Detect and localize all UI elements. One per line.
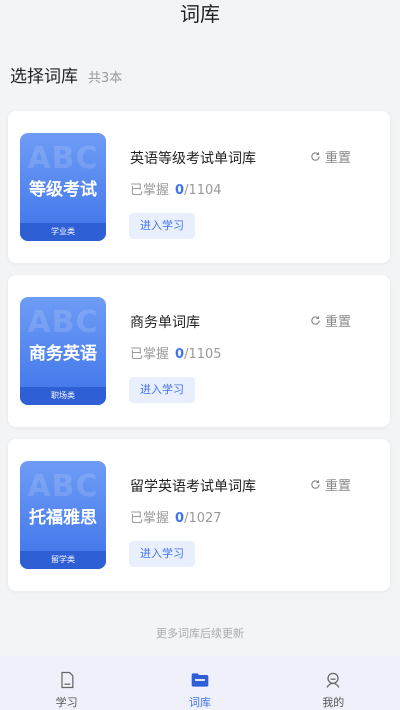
enter-study-button[interactable]: 进入学习: [129, 213, 195, 239]
enter-study-button[interactable]: 进入学习: [129, 377, 195, 403]
refresh-icon: [311, 152, 320, 161]
tab-profile[interactable]: 我的: [267, 656, 400, 710]
wordbook-name: 留学英语考试单词库: [130, 479, 256, 495]
tab-label: 词库: [188, 696, 211, 709]
book-cover: ABC 商务英语 职场类: [20, 297, 106, 405]
reset-label: 重置: [325, 315, 352, 330]
page-title: 词库: [180, 2, 220, 26]
wordbook-name: 商务单词库: [130, 315, 200, 331]
section-header: 选择词库 共3本: [10, 62, 122, 88]
cover-watermark: ABC: [27, 305, 99, 340]
mastered-count: 0: [175, 183, 185, 198]
mastered-label: 已掌握: [130, 347, 170, 362]
tab-label: 学习: [55, 696, 78, 709]
cover-title: 等级考试: [29, 180, 97, 200]
book-count: 共3本: [88, 71, 123, 86]
reset-label: 重置: [325, 151, 352, 166]
study-icon: [61, 671, 74, 689]
cover-watermark: ABC: [27, 469, 99, 504]
tab-wordbank[interactable]: 词库: [133, 656, 266, 710]
wordbook-name: 英语等级考试单词库: [130, 151, 256, 167]
reset-button[interactable]: 重置: [310, 147, 351, 166]
progress-row: 已掌握 0/1104: [130, 179, 222, 198]
bottom-tab-bar: 学习 词库 我的: [0, 656, 400, 710]
cover-category: 学业类: [20, 223, 106, 241]
tab-label: 我的: [322, 696, 345, 709]
wordbook-card: ABC 商务英语 职场类 商务单词库 重置 已掌握 0/1105 进入学习: [8, 275, 390, 427]
mastered-label: 已掌握: [130, 511, 170, 526]
profile-icon: [326, 672, 340, 688]
mastered-count: 0: [175, 511, 185, 526]
refresh-icon: [311, 480, 320, 489]
cover-category: 职场类: [20, 387, 106, 405]
mastered-count: 0: [175, 347, 185, 362]
refresh-icon: [311, 316, 320, 325]
section-title: 选择词库: [10, 67, 78, 87]
progress-row: 已掌握 0/1105: [130, 343, 222, 362]
cover-title: 托福雅思: [29, 508, 97, 528]
reset-button[interactable]: 重置: [310, 475, 351, 494]
more-coming-note: 更多词库后续更新: [156, 627, 244, 640]
cover-watermark: ABC: [27, 141, 99, 176]
cover-title: 商务英语: [29, 344, 97, 364]
progress-row: 已掌握 0/1027: [130, 507, 222, 526]
reset-button[interactable]: 重置: [310, 311, 351, 330]
enter-study-button[interactable]: 进入学习: [129, 541, 195, 567]
folder-icon: [191, 673, 209, 687]
reset-label: 重置: [325, 479, 352, 494]
total-count: /1105: [184, 347, 222, 362]
wordbook-card: ABC 等级考试 学业类 英语等级考试单词库 重置 已掌握 0/1104 进入学习: [8, 111, 390, 263]
cover-category: 留学类: [20, 551, 106, 569]
wordbook-card: ABC 托福雅思 留学类 留学英语考试单词库 重置 已掌握 0/1027 进入学习: [8, 439, 390, 591]
total-count: /1104: [184, 183, 222, 198]
tab-study[interactable]: 学习: [0, 656, 133, 710]
total-count: /1027: [184, 511, 222, 526]
mastered-label: 已掌握: [130, 183, 170, 198]
book-cover: ABC 等级考试 学业类: [20, 133, 106, 241]
book-cover: ABC 托福雅思 留学类: [20, 461, 106, 569]
